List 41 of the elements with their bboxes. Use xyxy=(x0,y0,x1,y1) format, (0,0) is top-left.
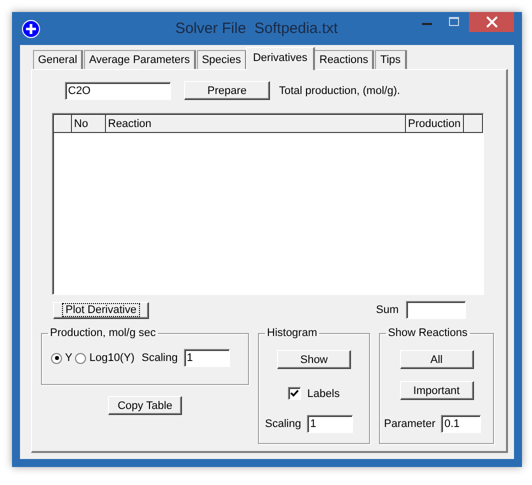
plus-icon[interactable] xyxy=(22,20,40,38)
window-title: Solver File Softpedia.txt xyxy=(174,20,339,37)
column-header: No xyxy=(72,115,106,133)
close-icon xyxy=(486,16,498,28)
group-title: Show Reactions xyxy=(387,327,468,339)
scaling-field[interactable]: 1 xyxy=(184,349,230,367)
scaling-field[interactable]: 1 xyxy=(307,415,354,433)
copy-table-button[interactable]: Copy Table xyxy=(108,396,182,415)
column-header: Reaction xyxy=(106,115,406,133)
maximize-icon xyxy=(448,17,458,27)
group-title: Production, mol/g sec xyxy=(49,327,157,339)
tab[interactable]: Tips xyxy=(375,50,407,69)
radio-label: Y xyxy=(65,352,72,364)
tab[interactable]: Reactions xyxy=(314,50,374,69)
radio-button[interactable] xyxy=(75,352,86,364)
column-header: Production xyxy=(406,115,464,133)
tab[interactable]: Derivatives xyxy=(246,47,316,70)
prepare-button[interactable]: Prepare xyxy=(184,81,270,100)
tab[interactable]: General xyxy=(33,50,84,69)
sum-field[interactable] xyxy=(406,301,466,319)
species-field[interactable]: C2O xyxy=(65,82,171,100)
checkbox-label: Labels xyxy=(307,388,340,400)
column-header xyxy=(464,115,483,133)
column-header xyxy=(54,115,72,133)
checkbox[interactable] xyxy=(288,387,302,400)
reaction-filter-button[interactable]: Important xyxy=(400,381,474,400)
close-button[interactable] xyxy=(469,12,514,32)
total-production-label: Total production, (mol/g). xyxy=(279,84,400,96)
reaction-filter-button[interactable]: All xyxy=(400,350,474,369)
tab[interactable]: Average Parameters xyxy=(84,50,196,69)
parameter-label: Parameter xyxy=(384,418,436,430)
group-title: Histogram xyxy=(266,327,318,339)
show-button[interactable]: Show xyxy=(277,350,351,369)
radio-button[interactable] xyxy=(51,352,62,364)
scaling-label: Scaling xyxy=(265,418,302,430)
parameter-field[interactable]: 0.1 xyxy=(441,415,482,433)
sum-label: Sum xyxy=(376,304,399,316)
radio-label: Log10(Y) xyxy=(89,352,135,364)
scaling-label: Scaling xyxy=(142,352,178,364)
plot-derivative-button[interactable]: Plot Derivative xyxy=(53,302,149,318)
tab[interactable]: Species xyxy=(196,50,247,69)
